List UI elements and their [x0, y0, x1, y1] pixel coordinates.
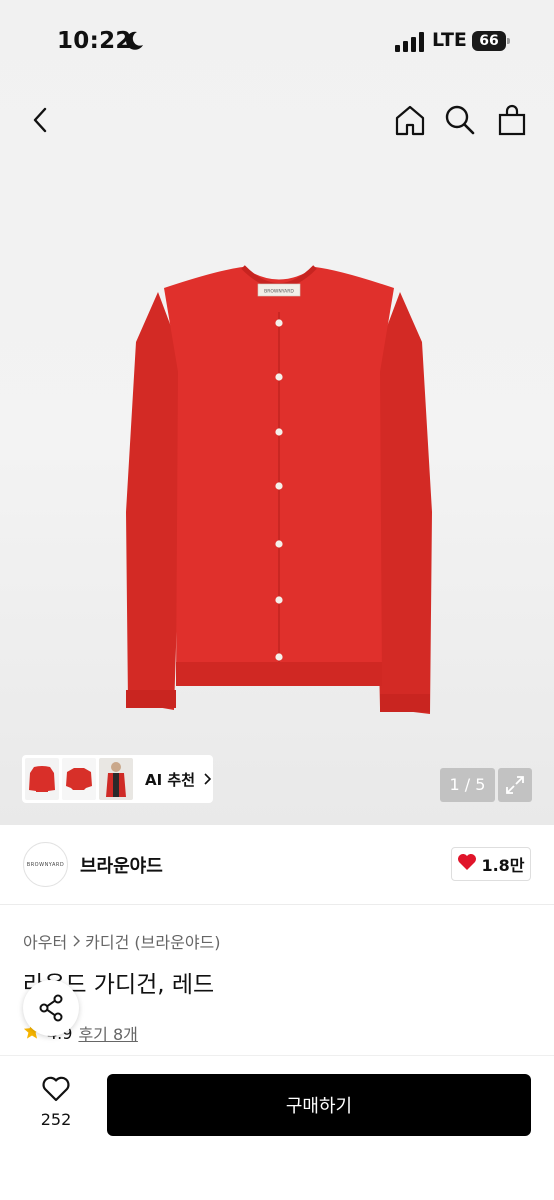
image-counter: 1 / 5 [440, 768, 495, 802]
search-icon[interactable] [442, 102, 478, 138]
ai-recommend-label[interactable]: AI 추천 [145, 769, 195, 790]
breadcrumb: 아우터 카디건 (브라운야드) [23, 929, 221, 953]
brand-name[interactable]: 브라운야드 [80, 852, 163, 878]
home-icon[interactable] [392, 102, 428, 138]
category-level-2[interactable]: 카디건 (브라운야드) [85, 929, 220, 953]
signal-icon [395, 32, 424, 52]
wishlist-button[interactable]: 252 [30, 1076, 82, 1129]
shopping-bag-icon[interactable] [494, 102, 530, 138]
battery-level: 66 [472, 31, 506, 51]
buy-button[interactable]: 구매하기 [107, 1074, 531, 1136]
category-level-1[interactable]: 아우터 [23, 929, 67, 953]
expand-icon[interactable] [498, 768, 532, 802]
share-icon[interactable] [23, 980, 79, 1036]
status-time: 10:22 [57, 28, 132, 54]
brand-row[interactable]: BROWNYARD 브라운야드 1.8만 [0, 825, 554, 905]
bottom-bar: 252 구매하기 [0, 1055, 554, 1200]
brand-like-button[interactable]: 1.8만 [451, 847, 531, 881]
svg-text:BROWNYARD: BROWNYARD [264, 289, 294, 295]
wishlist-count: 252 [40, 1110, 72, 1129]
thumbnail-1[interactable] [25, 758, 59, 800]
moon-icon [124, 30, 144, 56]
chevron-right-icon [72, 932, 81, 951]
heart-filled-icon [457, 853, 477, 875]
brand-like-count: 1.8만 [481, 856, 525, 875]
product-image: BROWNYARD [126, 265, 432, 714]
thumbnail-strip[interactable]: AI 추천 [22, 755, 213, 803]
chevron-right-icon [203, 770, 212, 789]
review-count-link[interactable]: 후기 8개 [78, 1021, 137, 1045]
network-label: LTE [432, 29, 467, 51]
heart-outline-icon [42, 1076, 70, 1106]
back-icon[interactable] [22, 102, 58, 138]
battery-icon: 66 [472, 31, 510, 51]
thumbnail-3[interactable] [99, 758, 133, 800]
brand-logo[interactable]: BROWNYARD [23, 842, 68, 887]
thumbnail-2[interactable] [62, 758, 96, 800]
status-bar: 10:22 LTE 66 [0, 0, 554, 80]
